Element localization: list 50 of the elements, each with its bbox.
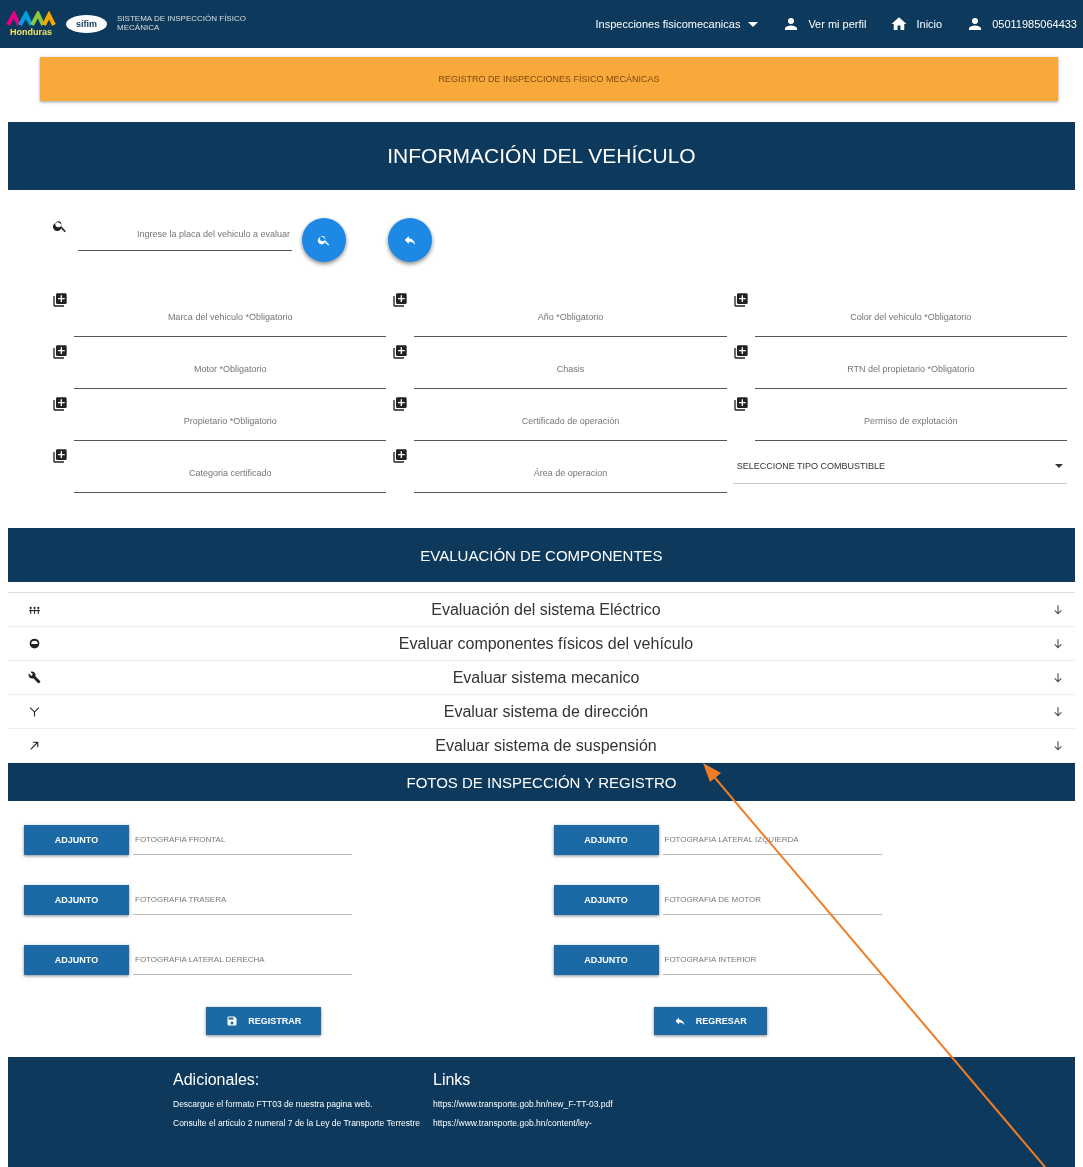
- attach-button[interactable]: ADJUNTO: [24, 945, 129, 975]
- add-box-icon: [732, 396, 749, 412]
- footer-text: Consulte el articulo 2 numeral 7 de la Ley de Transporte Terrestre: [173, 1118, 421, 1130]
- add-box-icon: [392, 396, 409, 412]
- fork-icon: [28, 705, 41, 718]
- nav-link[interactable]: Ver mi perfil: [782, 15, 867, 33]
- reply-icon: [673, 1015, 686, 1027]
- add-box-icon: [732, 292, 749, 308]
- return-button[interactable]: REGRESAR: [653, 1007, 767, 1035]
- diagonal-arrow-icon: [28, 739, 41, 752]
- seal-logo: sifim: [66, 15, 107, 33]
- footer-link[interactable]: https://www.transporte.gob.hn/new_F-TT-03.pdf: [433, 1099, 943, 1111]
- nav-link[interactable]: 05011985064433: [966, 15, 1077, 33]
- add-box-icon: [52, 344, 68, 360]
- add-box-icon: [52, 448, 68, 464]
- caret-icon: [1055, 463, 1063, 468]
- add-box-icon: [52, 292, 68, 308]
- footer-heading: Adicionales:: [173, 1071, 261, 1089]
- system-name: SISTEMA DE INSPECCIÓN FÍSICO MECÁNICA: [117, 15, 247, 33]
- nav-link[interactable]: Inicio: [890, 15, 943, 33]
- add-box-icon: [392, 448, 409, 464]
- reply-icon: [403, 233, 417, 247]
- logo-drawing: Honduras: [6, 11, 56, 37]
- register-button[interactable]: REGISTRAR: [206, 1007, 322, 1035]
- section-header: FOTOS DE INSPECCIÓN Y REGISTRO: [8, 763, 1075, 801]
- add-box-icon: [392, 292, 409, 308]
- section-header: INFORMACIÓN DEL VEHÍCULO: [8, 122, 1075, 190]
- footer-link[interactable]: https://www.transporte.gob.hn/content/ley-: [433, 1118, 943, 1130]
- add-box-icon: [52, 396, 68, 412]
- back-button[interactable]: [388, 218, 432, 262]
- attach-button[interactable]: ADJUNTO: [553, 945, 659, 975]
- wrench-icon: [28, 671, 41, 684]
- menu-dropdown[interactable]: Inspecciones fisicomecanicas: [595, 18, 759, 30]
- save-icon: [226, 1015, 239, 1027]
- search-icon: [317, 233, 331, 247]
- attach-button[interactable]: ADJUNTO: [24, 885, 129, 915]
- search-button[interactable]: [302, 218, 346, 262]
- attach-button[interactable]: ADJUNTO: [24, 825, 129, 855]
- attach-button[interactable]: ADJUNTO: [553, 825, 659, 855]
- footer-text: Descargue el formato FTT03 de nuestra pagina web.: [173, 1099, 374, 1111]
- search-icon: [52, 218, 68, 234]
- footer-heading: Links: [433, 1071, 472, 1089]
- caret-icon: [748, 21, 759, 27]
- add-box-icon: [392, 344, 409, 360]
- add-box-icon: [732, 344, 749, 360]
- home-icon: [890, 15, 909, 33]
- page-banner: REGISTRO DE INSPECCIONES FÍSICO MECÁNICAS: [40, 57, 1058, 101]
- section-header: EVALUACIÓN DE COMPONENTES: [8, 528, 1075, 582]
- attach-button[interactable]: ADJUNTO: [553, 885, 659, 915]
- fuel-type-select[interactable]: SELECCIONE TIPO COMBUSTIBLE: [732, 448, 1067, 484]
